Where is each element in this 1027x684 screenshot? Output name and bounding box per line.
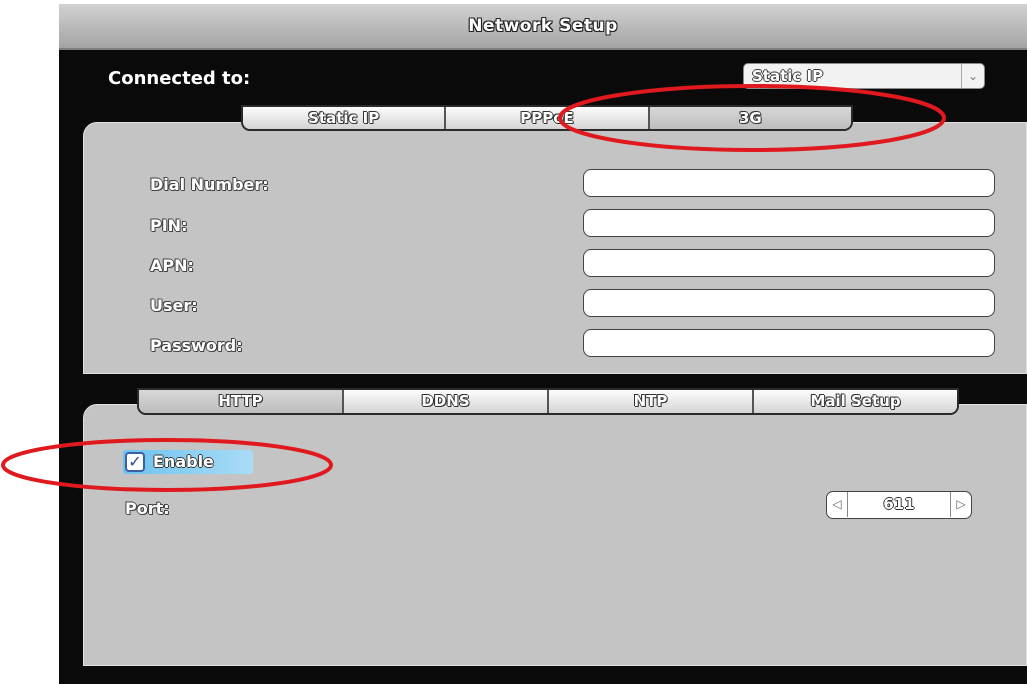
port-value: 611 xyxy=(883,495,915,513)
port-label: Port: xyxy=(125,499,170,518)
tab-pppoe[interactable]: PPPoE xyxy=(446,107,650,129)
dial-number-label: Dial Number: xyxy=(150,175,269,194)
pin-field[interactable] xyxy=(583,209,995,237)
user-label: User: xyxy=(150,296,198,315)
tab-mail-setup[interactable]: Mail Setup xyxy=(754,390,957,413)
chevron-down-icon[interactable]: ⌄ xyxy=(961,64,984,88)
checkmark-icon: ✓ xyxy=(128,452,142,471)
connection-type-value: Static IP xyxy=(752,67,824,85)
service-settings-panel xyxy=(83,404,1027,666)
chevron-right-icon[interactable]: ▷ xyxy=(950,492,971,517)
pin-label: PIN: xyxy=(150,216,188,235)
connection-tabs: Static IP PPPoE 3G xyxy=(241,105,853,131)
connection-settings-panel: Dial Number: PIN: APN: User: Password: xyxy=(83,122,1027,374)
apn-field[interactable] xyxy=(583,249,995,277)
password-field[interactable] xyxy=(583,329,995,357)
connection-type-select[interactable]: Static IP ⌄ xyxy=(743,63,985,89)
apn-label: APN: xyxy=(150,256,194,275)
tab-3g[interactable]: 3G xyxy=(649,107,851,129)
service-tabs: HTTP DDNS NTP Mail Setup xyxy=(137,388,959,415)
connected-to-label: Connected to: xyxy=(108,68,251,89)
user-field[interactable] xyxy=(583,289,995,317)
enable-checkbox[interactable]: ✓ xyxy=(125,452,145,472)
port-stepper[interactable]: ◁ 611 ▷ xyxy=(826,491,972,519)
password-label: Password: xyxy=(150,336,243,355)
chevron-left-icon[interactable]: ◁ xyxy=(827,492,848,517)
tab-ntp[interactable]: NTP xyxy=(549,390,754,413)
enable-toggle[interactable]: ✓ Enable xyxy=(123,450,253,474)
tab-static-ip[interactable]: Static IP xyxy=(243,107,447,129)
dial-number-field[interactable] xyxy=(583,169,995,197)
title-bar: Network Setup xyxy=(59,4,1027,50)
window-title: Network Setup xyxy=(468,16,618,36)
tab-ddns[interactable]: DDNS xyxy=(344,390,549,413)
enable-label: Enable xyxy=(153,452,214,471)
tab-http[interactable]: HTTP xyxy=(139,390,344,413)
network-setup-window: Network Setup Connected to: Static IP ⌄ … xyxy=(59,4,1027,684)
